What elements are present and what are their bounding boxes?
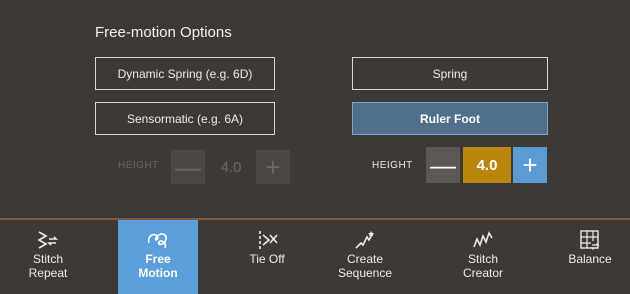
panel-title: Free-motion Options	[95, 24, 232, 41]
create-sequence-label-2: Sequence	[337, 266, 393, 280]
stitch-creator-icon	[471, 228, 495, 252]
height-minus-button-left[interactable]: —	[171, 150, 205, 184]
option-spring[interactable]: Spring	[352, 57, 548, 90]
free-motion-options-panel: Free-motion Options Dynamic Spring (e.g.…	[0, 0, 630, 218]
height-label-right: HEIGHT	[372, 160, 413, 171]
create-sequence-icon	[353, 228, 377, 252]
height-minus-button-right[interactable]: —	[426, 147, 460, 183]
height-value-right: 4.0	[463, 147, 511, 183]
stitch-repeat-label-1: Stitch	[32, 252, 63, 266]
stitch-repeat-button[interactable]: Stitch Repeat	[8, 220, 88, 294]
stitch-creator-label-2: Creator	[462, 266, 503, 280]
option-sensormatic[interactable]: Sensormatic (e.g. 6A)	[95, 102, 275, 135]
stitch-creator-button[interactable]: Stitch Creator	[443, 220, 523, 294]
balance-button[interactable]: Balance	[550, 220, 630, 294]
free-motion-button[interactable]: Free Motion	[118, 220, 198, 294]
height-plus-button-right[interactable]: +	[513, 147, 547, 183]
balance-label: Balance	[568, 252, 612, 266]
option-ruler-foot[interactable]: Ruler Foot	[352, 102, 548, 135]
balance-icon	[578, 228, 602, 252]
option-dynamic-spring[interactable]: Dynamic Spring (e.g. 6D)	[95, 57, 275, 90]
tie-off-label: Tie Off	[249, 252, 285, 266]
stitch-creator-label-1: Stitch	[467, 252, 498, 266]
bottom-toolbar: Stitch Repeat Free Motion Tie Off Create…	[0, 220, 630, 294]
create-sequence-label-1: Create	[346, 252, 384, 266]
stitch-repeat-label-2: Repeat	[28, 266, 68, 280]
stitch-repeat-icon	[36, 228, 60, 252]
height-plus-button-left[interactable]: +	[256, 150, 290, 184]
height-value-left: 4.0	[220, 158, 242, 176]
free-motion-icon	[145, 228, 171, 252]
create-sequence-button[interactable]: Create Sequence	[325, 220, 405, 294]
free-motion-label-2: Motion	[138, 266, 178, 280]
tie-off-icon	[255, 228, 279, 252]
tie-off-button[interactable]: Tie Off	[227, 220, 307, 294]
height-label-left: HEIGHT	[118, 160, 159, 171]
free-motion-label-1: Free	[145, 252, 171, 266]
